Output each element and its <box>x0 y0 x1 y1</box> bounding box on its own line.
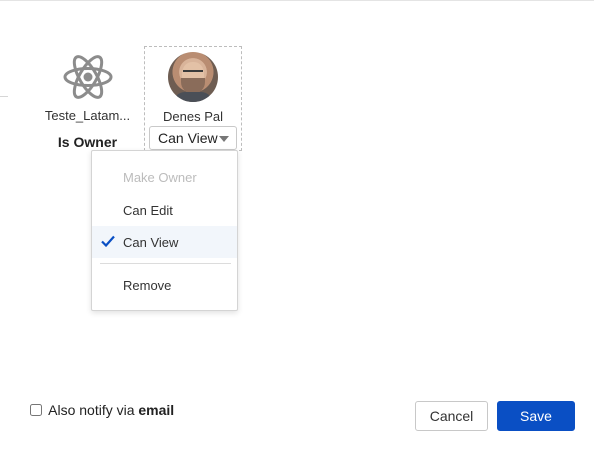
member-name: Denes Pal <box>163 109 223 124</box>
caret-down-icon <box>219 136 229 142</box>
member-owner: Teste_Latam... Is Owner <box>40 47 135 150</box>
left-edge-divider <box>0 96 8 97</box>
menu-item-label: Remove <box>123 278 172 293</box>
member-selected[interactable]: Denes Pal Can View <box>144 46 242 151</box>
avatar <box>168 52 218 102</box>
menu-item-label: Can Edit <box>123 203 173 218</box>
notify-label-prefix: Also notify via <box>48 402 135 418</box>
member-name: Teste_Latam... <box>44 108 131 123</box>
menu-item-label: Make Owner <box>123 170 197 185</box>
atom-icon <box>63 55 112 99</box>
permission-dropdown[interactable]: Can View <box>149 126 237 150</box>
menu-item-can-view[interactable]: Can View <box>92 226 237 258</box>
notify-email-checkbox[interactable] <box>30 404 42 416</box>
cancel-button[interactable]: Cancel <box>415 401 488 431</box>
check-icon <box>101 235 115 247</box>
permission-dropdown-value: Can View <box>158 130 218 146</box>
top-divider <box>0 0 594 1</box>
menu-item-can-edit[interactable]: Can Edit <box>92 194 237 226</box>
menu-item-make-owner: Make Owner <box>92 161 237 193</box>
menu-item-label: Can View <box>123 235 179 250</box>
notify-email-option[interactable]: Also notify via email <box>30 402 174 418</box>
save-button[interactable]: Save <box>497 401 575 431</box>
menu-divider <box>100 263 231 264</box>
owner-role-label: Is Owner <box>57 134 118 150</box>
menu-item-remove[interactable]: Remove <box>92 269 237 301</box>
permission-menu: Make Owner Can Edit Can View Remove <box>91 150 238 311</box>
notify-label-emphasis: email <box>138 402 175 418</box>
